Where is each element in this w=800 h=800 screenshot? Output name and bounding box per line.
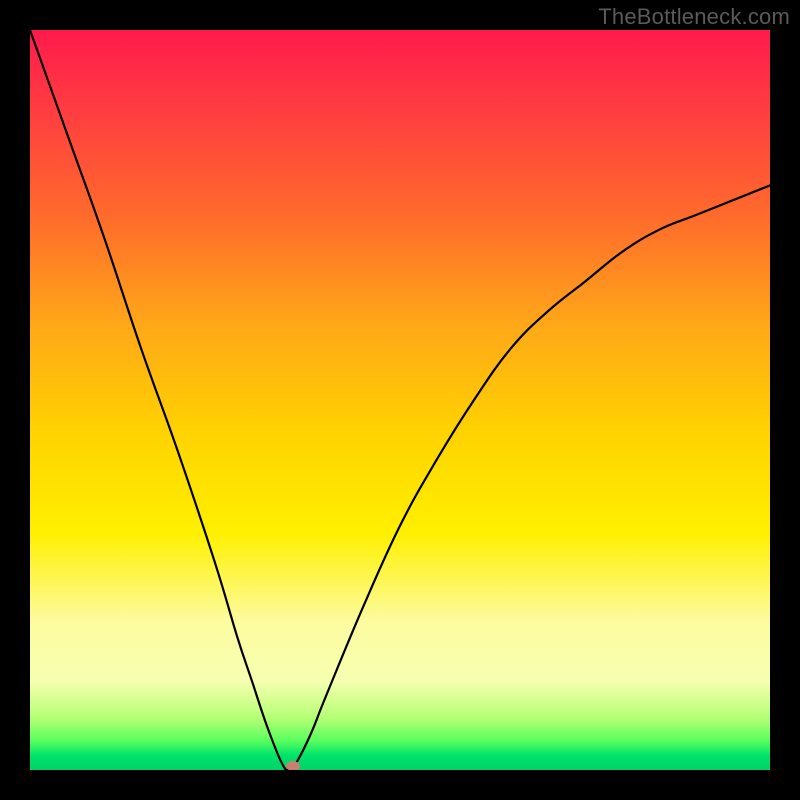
chart-frame: TheBottleneck.com [0, 0, 800, 800]
optimum-marker-icon [286, 761, 300, 770]
bottleneck-curve [30, 30, 770, 770]
plot-area [30, 30, 770, 770]
watermark-text: TheBottleneck.com [598, 4, 790, 30]
